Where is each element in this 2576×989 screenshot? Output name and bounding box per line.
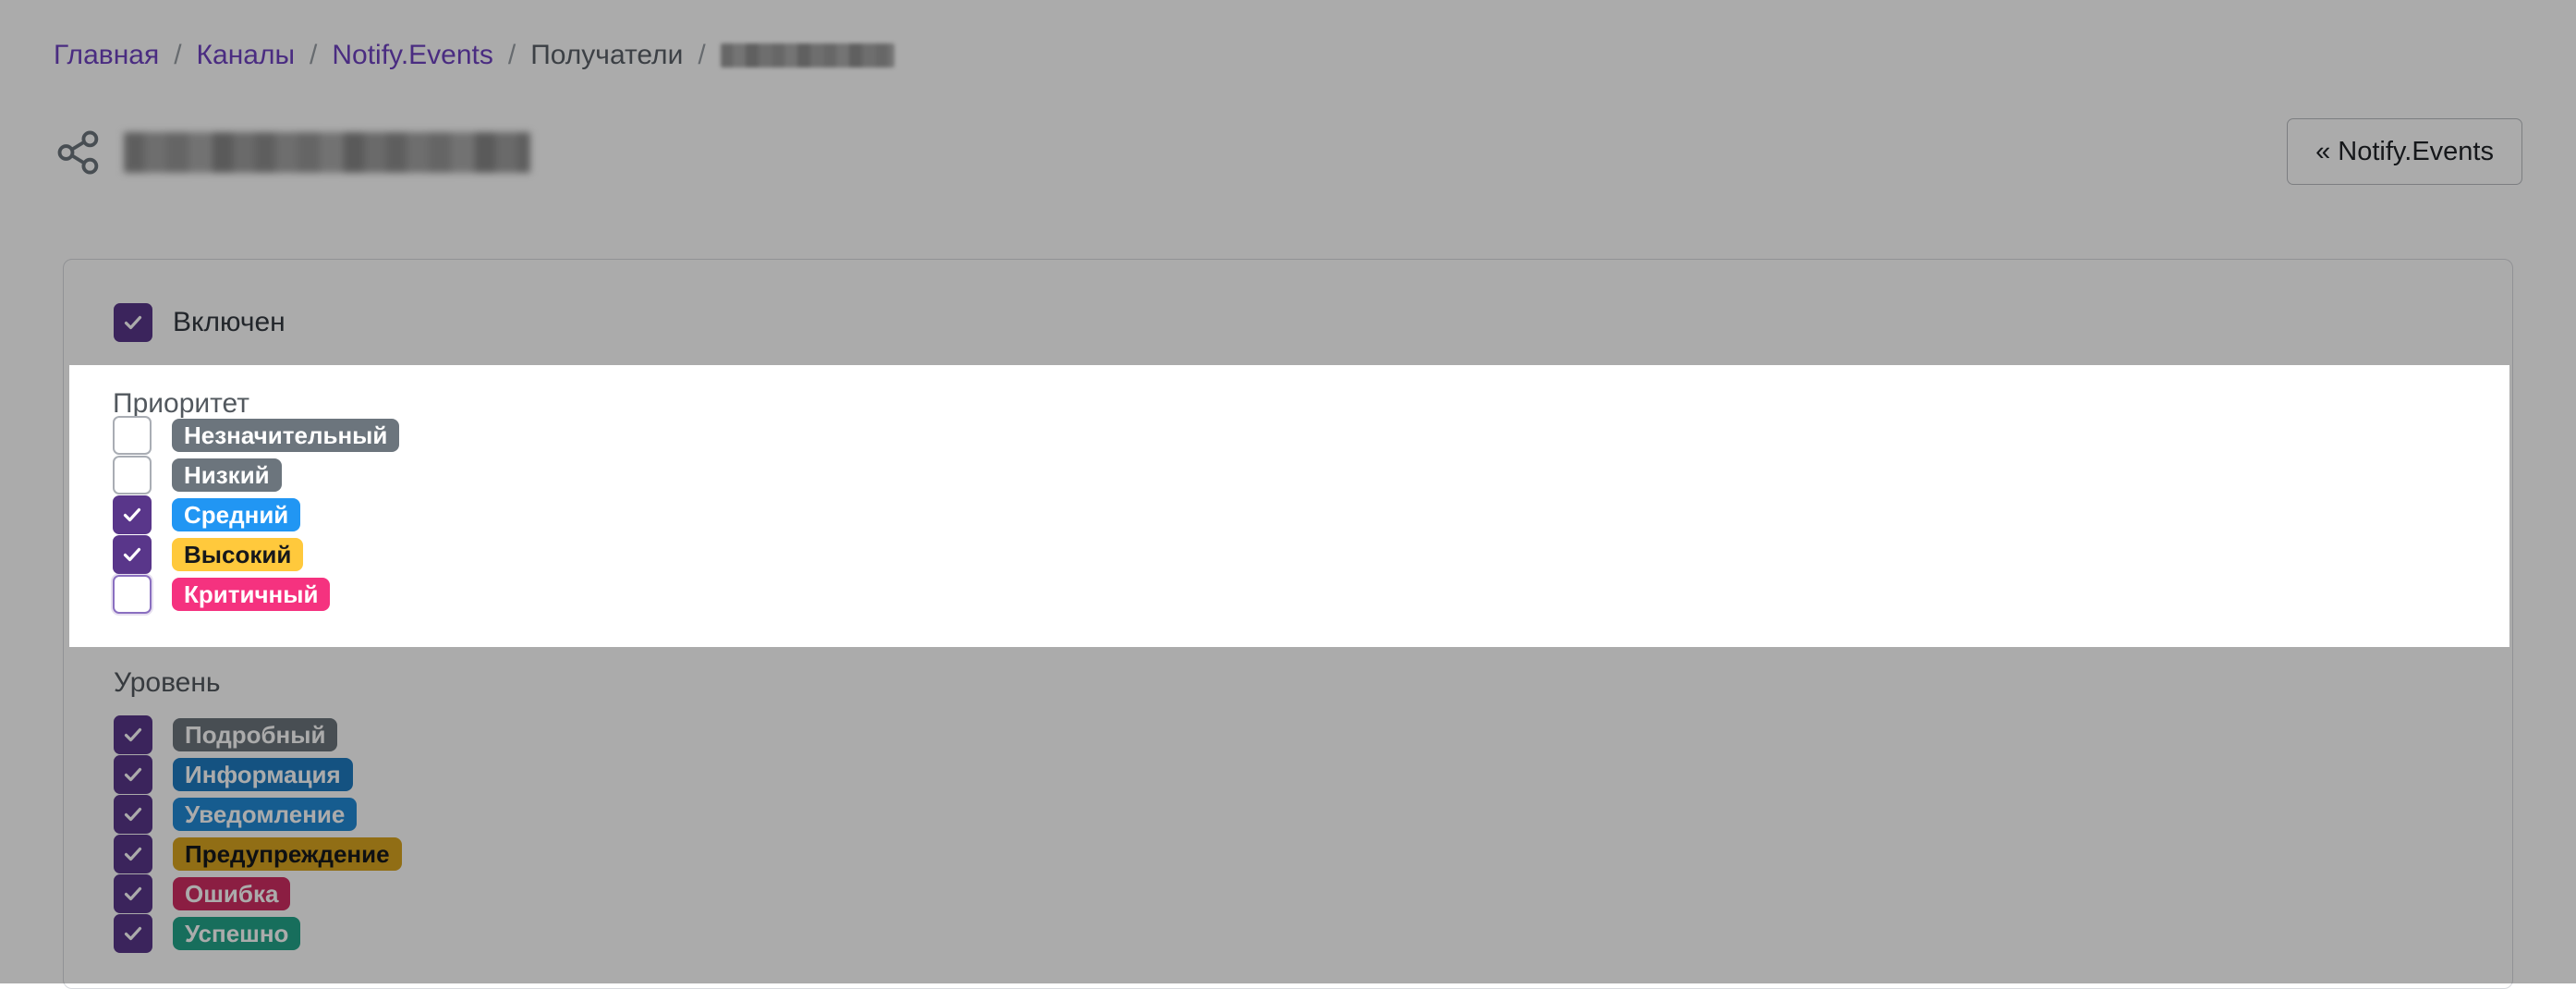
back-to-notify-events-button[interactable]: « Notify.Events xyxy=(2287,118,2522,185)
priority-option-list: Незначительный Низкий Средний Высокий Кр… xyxy=(113,415,1221,614)
page-title-redacted xyxy=(124,132,530,173)
breadcrumb-separator: / xyxy=(507,40,516,70)
check-icon xyxy=(124,926,142,940)
priority-checkbox-insignificant[interactable] xyxy=(113,415,152,455)
level-badge-success[interactable]: Успешно xyxy=(173,916,301,950)
breadcrumb-item-notify-events[interactable]: Notify.Events xyxy=(332,37,493,74)
check-icon xyxy=(124,315,142,330)
check-icon xyxy=(124,807,142,821)
priority-option-row[interactable]: Высокий xyxy=(113,534,1221,574)
level-badge-error[interactable]: Ошибка xyxy=(173,876,291,910)
level-option-row[interactable]: Подробный xyxy=(114,714,1222,754)
level-checkbox-error[interactable] xyxy=(114,873,152,913)
priority-section-title: Приоритет xyxy=(113,388,249,419)
priority-badge-critical[interactable]: Критичный xyxy=(172,577,331,611)
level-option-list: Подробный Информация Уведомление Предупр… xyxy=(114,714,1222,953)
level-checkbox-verbose[interactable] xyxy=(114,714,152,754)
priority-section: Приоритет Незначительный Низкий Средний … xyxy=(113,365,1221,647)
breadcrumb-separator: / xyxy=(310,40,318,70)
priority-option-row[interactable]: Средний xyxy=(113,494,1221,534)
priority-badge-medium[interactable]: Средний xyxy=(172,497,301,531)
breadcrumb-separator: / xyxy=(174,40,182,70)
level-option-row[interactable]: Ошибка xyxy=(114,873,1222,913)
level-checkbox-information[interactable] xyxy=(114,754,152,794)
breadcrumb-separator: / xyxy=(698,40,706,70)
breadcrumb-item-recipients: Получатели xyxy=(530,40,684,70)
level-section-title: Уровень xyxy=(114,667,221,698)
priority-checkbox-medium[interactable] xyxy=(113,494,152,534)
level-option-row[interactable]: Уведомление xyxy=(114,794,1222,834)
level-section: Уровень Подробный Информация Уведомление… xyxy=(114,665,1222,953)
page-title-group xyxy=(54,111,530,194)
check-icon xyxy=(124,727,142,741)
page-root: Главная / Каналы / Notify.Events / Получ… xyxy=(0,0,2576,989)
level-option-row[interactable]: Информация xyxy=(114,754,1222,794)
page-header: « Notify.Events xyxy=(54,111,2522,194)
level-badge-verbose[interactable]: Подробный xyxy=(173,717,338,751)
breadcrumb: Главная / Каналы / Notify.Events / Получ… xyxy=(54,37,894,74)
priority-checkbox-low[interactable] xyxy=(113,455,152,494)
priority-checkbox-high[interactable] xyxy=(113,534,152,574)
priority-option-row[interactable]: Незначительный xyxy=(113,415,1221,455)
breadcrumb-item-channels[interactable]: Каналы xyxy=(197,37,295,74)
level-badge-warning[interactable]: Предупреждение xyxy=(173,836,402,871)
level-checkbox-success[interactable] xyxy=(114,913,152,953)
priority-badge-high[interactable]: Высокий xyxy=(172,537,304,571)
check-icon xyxy=(124,886,142,900)
enabled-label: Включен xyxy=(173,307,286,337)
priority-section-spotlight: Приоритет Незначительный Низкий Средний … xyxy=(69,365,2509,647)
breadcrumb-item-redacted xyxy=(720,43,894,67)
priority-checkbox-critical[interactable] xyxy=(113,574,152,614)
level-badge-notice[interactable]: Уведомление xyxy=(173,797,358,831)
priority-badge-low[interactable]: Низкий xyxy=(172,458,282,492)
share-nodes-icon xyxy=(57,130,99,175)
level-badge-information[interactable]: Информация xyxy=(173,757,353,791)
check-icon xyxy=(124,847,142,861)
enabled-checkbox[interactable] xyxy=(114,303,152,342)
level-option-row[interactable]: Предупреждение xyxy=(114,834,1222,873)
priority-option-row[interactable]: Критичный xyxy=(113,574,1221,614)
level-option-row[interactable]: Успешно xyxy=(114,913,1222,953)
enabled-checkbox-row[interactable]: Включен xyxy=(114,301,286,344)
breadcrumb-item-home[interactable]: Главная xyxy=(54,37,159,74)
level-checkbox-warning[interactable] xyxy=(114,834,152,873)
priority-badge-insignificant[interactable]: Незначительный xyxy=(172,418,400,452)
priority-option-row[interactable]: Низкий xyxy=(113,455,1221,494)
check-icon xyxy=(123,547,141,561)
check-icon xyxy=(124,767,142,781)
check-icon xyxy=(123,507,141,521)
level-checkbox-notice[interactable] xyxy=(114,794,152,834)
